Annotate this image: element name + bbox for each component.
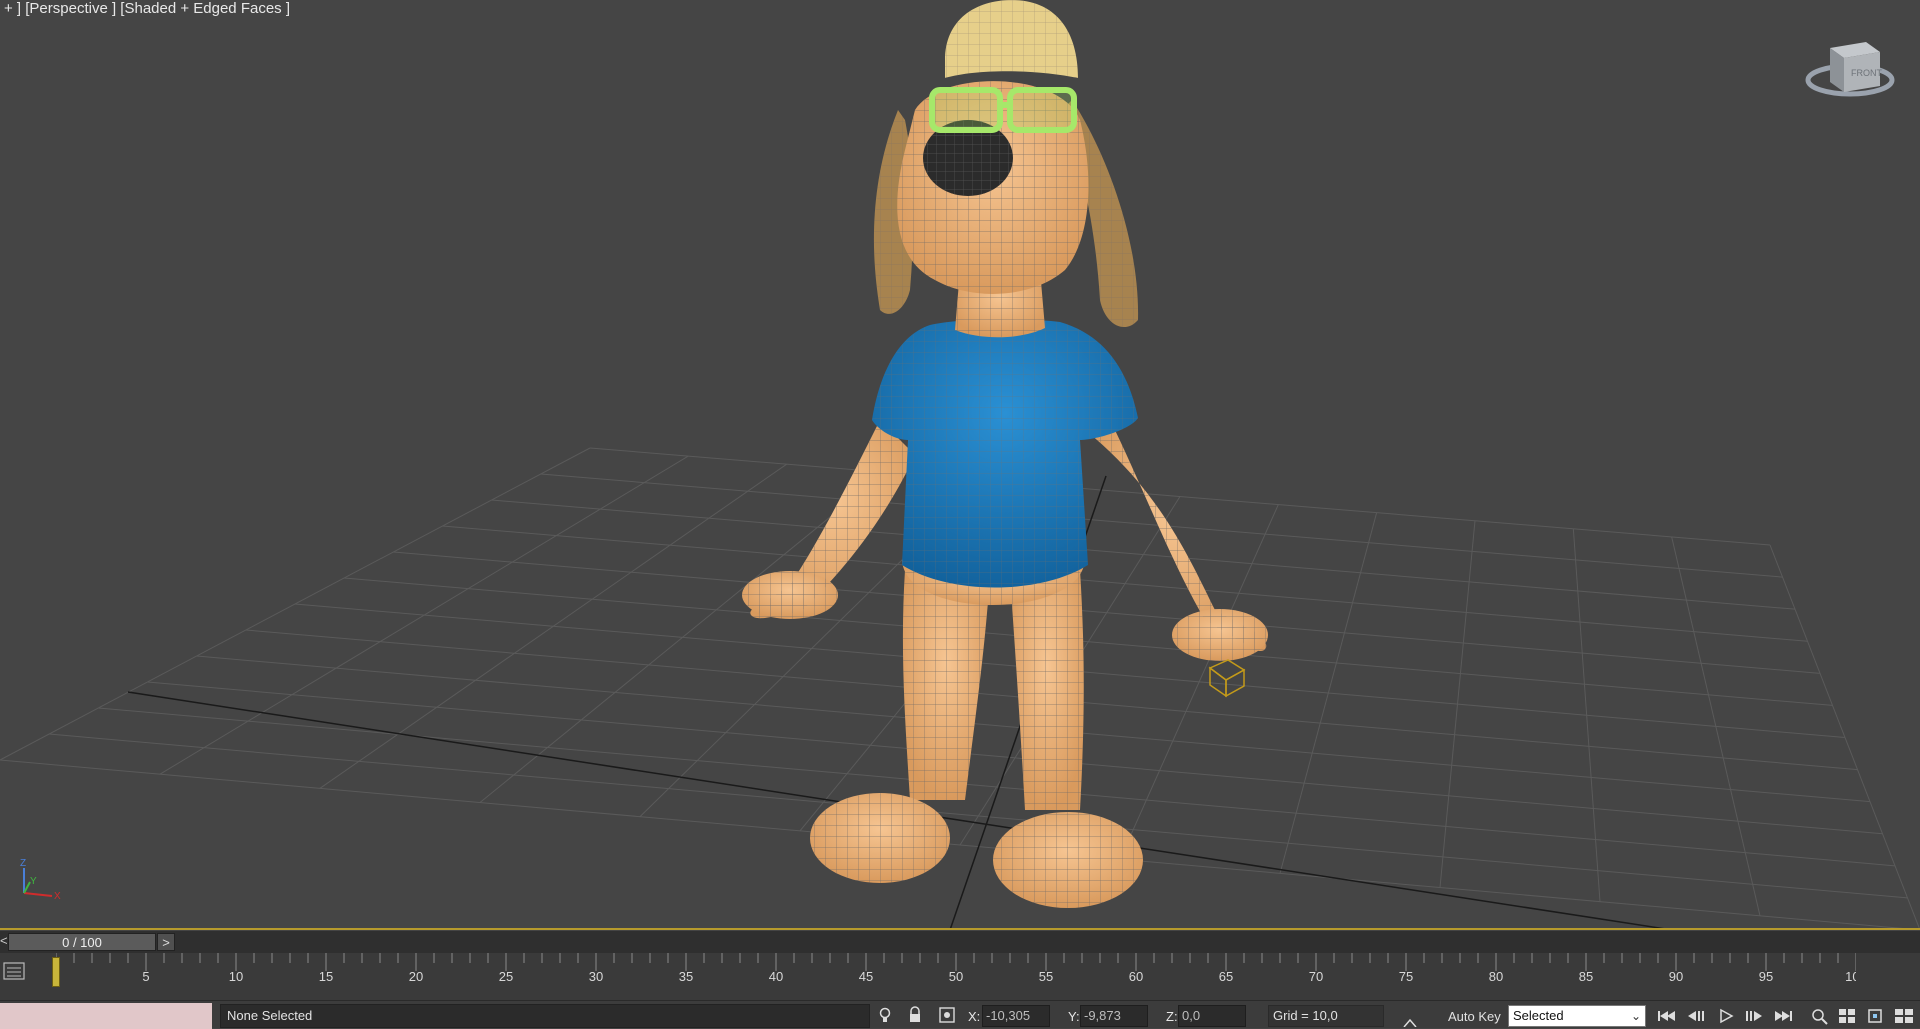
goto-end-icon[interactable] bbox=[1772, 1006, 1796, 1026]
ruler-label: 95 bbox=[1759, 969, 1773, 984]
ruler-label: 20 bbox=[409, 969, 423, 984]
viewport-label[interactable]: + ] [Perspective ] [Shaded + Edged Faces… bbox=[4, 0, 290, 17]
grid-size-display: Grid = 10,0 bbox=[1268, 1005, 1384, 1027]
x-coord-label: X: bbox=[968, 1009, 981, 1024]
grid-line bbox=[1572, 528, 1601, 902]
ruler-label: 35 bbox=[679, 969, 693, 984]
maximize-viewport-icon[interactable] bbox=[1892, 1006, 1916, 1026]
dummy-helper bbox=[1208, 659, 1246, 698]
active-viewport-border bbox=[0, 928, 1920, 930]
time-slider-next-button[interactable]: > bbox=[157, 933, 175, 951]
ruler-label: 85 bbox=[1579, 969, 1593, 984]
axis-gizmo: Z X Y bbox=[20, 858, 61, 902]
viewport-scene: FRONT Z X Y bbox=[0, 0, 1920, 930]
selection-prompt: None Selected bbox=[220, 1004, 870, 1028]
ruler-label: 65 bbox=[1219, 969, 1233, 984]
time-slider-prev-button[interactable]: < bbox=[0, 933, 8, 951]
ruler-label: 10 bbox=[229, 969, 243, 984]
grid-line bbox=[1769, 544, 1920, 930]
grid-line bbox=[1671, 536, 1761, 916]
grid-line bbox=[147, 681, 1883, 835]
bulb-icon[interactable] bbox=[876, 1006, 894, 1024]
grid-line bbox=[1119, 504, 1279, 860]
y-coord-label: Y: bbox=[1068, 1009, 1080, 1024]
time-tag-icon[interactable] bbox=[1396, 1005, 1424, 1027]
ruler-label: 100 bbox=[1845, 969, 1856, 984]
ruler-label: 90 bbox=[1669, 969, 1683, 984]
ruler-label: 50 bbox=[949, 969, 963, 984]
ruler-label: 30 bbox=[589, 969, 603, 984]
status-bar: None Selected X: -10,305 Y: -9,873 Z: 0,… bbox=[0, 1000, 1920, 1029]
ruler-label: 25 bbox=[499, 969, 513, 984]
time-slider-row: < 0 / 100 > bbox=[0, 931, 1920, 953]
ruler-label: 80 bbox=[1489, 969, 1503, 984]
key-mode-select[interactable]: Selected ⌄ bbox=[1508, 1005, 1646, 1027]
ruler-label: 55 bbox=[1039, 969, 1053, 984]
ruler-label: 40 bbox=[769, 969, 783, 984]
x-coord-field[interactable]: -10,305 bbox=[982, 1005, 1050, 1027]
viewcube[interactable]: FRONT bbox=[1805, 42, 1895, 97]
play-icon[interactable] bbox=[1714, 1006, 1738, 1026]
ruler-label: 70 bbox=[1309, 969, 1323, 984]
key-mode-value: Selected bbox=[1513, 1008, 1564, 1023]
axis-y-label: Y bbox=[30, 876, 37, 887]
axis-z-label: Z bbox=[20, 858, 26, 869]
track-bar[interactable]: 0510152025303540455055606570758085909510… bbox=[0, 953, 1920, 1000]
ruler-label: 15 bbox=[319, 969, 333, 984]
zoom-icon[interactable] bbox=[1808, 1006, 1832, 1026]
ruler-label: 45 bbox=[859, 969, 873, 984]
zoom-extents-icon[interactable] bbox=[1864, 1006, 1888, 1026]
chevron-down-icon: ⌄ bbox=[1630, 1009, 1641, 1023]
time-slider[interactable]: 0 / 100 bbox=[8, 933, 156, 951]
axis-x-label: X bbox=[54, 891, 61, 902]
ruler-label: 5 bbox=[142, 969, 149, 984]
z-coord-label: Z: bbox=[1166, 1009, 1178, 1024]
zoom-all-icon[interactable] bbox=[1836, 1006, 1860, 1026]
auto-key-button[interactable]: Auto Key bbox=[1448, 1009, 1501, 1024]
grid-line bbox=[98, 707, 1896, 867]
goto-start-icon[interactable] bbox=[1654, 1006, 1678, 1026]
prev-frame-icon[interactable] bbox=[1684, 1006, 1708, 1026]
viewcube-face-label: FRONT bbox=[1851, 68, 1882, 78]
ruler-label: 60 bbox=[1129, 969, 1143, 984]
mini-curve-editor-icon[interactable] bbox=[3, 961, 25, 981]
current-frame-marker[interactable] bbox=[52, 957, 60, 987]
transform-mode-icon[interactable] bbox=[938, 1006, 956, 1024]
y-coord-field[interactable]: -9,873 bbox=[1080, 1005, 1148, 1027]
grid-line bbox=[49, 733, 1908, 899]
next-frame-icon[interactable] bbox=[1742, 1006, 1766, 1026]
ruler-label: 75 bbox=[1399, 969, 1413, 984]
grid-line bbox=[1439, 520, 1476, 888]
lock-icon[interactable] bbox=[906, 1006, 924, 1024]
perspective-viewport[interactable]: + ] [Perspective ] [Shaded + Edged Faces… bbox=[0, 0, 1920, 930]
z-coord-field[interactable]: 0,0 bbox=[1178, 1005, 1246, 1027]
track-ruler: 0510152025303540455055606570758085909510… bbox=[56, 953, 1856, 984]
maxscript-listener-mini[interactable] bbox=[0, 1003, 212, 1029]
